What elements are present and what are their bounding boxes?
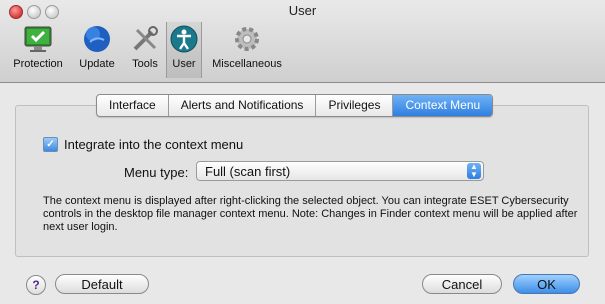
window-toolbar: User Protection Update Tools User Miscel… xyxy=(0,0,605,83)
help-button[interactable]: ? xyxy=(26,275,46,295)
toolbar-item-miscellaneous[interactable]: Miscellaneous xyxy=(207,22,287,78)
ok-button[interactable]: OK xyxy=(513,274,580,294)
toolbar-label-protection: Protection xyxy=(13,58,63,70)
menu-type-select[interactable]: Full (scan first) ▲ ▼ xyxy=(196,161,484,181)
menu-type-label: Menu type: xyxy=(124,165,189,180)
integrate-context-menu-row: ✓ Integrate into the context menu xyxy=(43,137,243,152)
tab-alerts-and-notifications[interactable]: Alerts and Notifications xyxy=(169,95,317,116)
tab-bar: Interface Alerts and Notifications Privi… xyxy=(96,94,494,117)
tools-icon xyxy=(128,22,162,56)
menu-type-value: Full (scan first) xyxy=(205,164,291,179)
cancel-button[interactable]: Cancel xyxy=(422,274,502,294)
toolbar-label-update: Update xyxy=(79,58,115,70)
monitor-check-icon xyxy=(21,22,55,56)
tab-context-menu[interactable]: Context Menu xyxy=(393,95,493,116)
tab-interface[interactable]: Interface xyxy=(97,95,169,116)
toolbar-label-user: User xyxy=(172,58,196,70)
globe-icon xyxy=(80,22,114,56)
tab-privileges[interactable]: Privileges xyxy=(316,95,394,116)
toolbar-label-tools: Tools xyxy=(132,58,158,70)
select-arrows-icon: ▲ ▼ xyxy=(467,163,481,179)
user-icon xyxy=(167,22,201,56)
toolbar-item-user[interactable]: User xyxy=(166,22,202,78)
preferences-window: User Protection Update Tools User Miscel… xyxy=(0,0,605,304)
toolbar-item-update[interactable]: Update xyxy=(74,22,120,78)
toolbar-item-tools[interactable]: Tools xyxy=(124,22,166,78)
toolbar-item-protection[interactable]: Protection xyxy=(10,22,66,78)
toolbar-label-miscellaneous: Miscellaneous xyxy=(212,58,282,70)
default-button[interactable]: Default xyxy=(55,274,149,294)
context-menu-description: The context menu is displayed after righ… xyxy=(43,195,578,233)
settings-panel xyxy=(15,105,589,257)
integrate-context-menu-label[interactable]: Integrate into the context menu xyxy=(64,137,243,152)
window-title: User xyxy=(288,3,317,18)
integrate-context-menu-checkbox[interactable]: ✓ xyxy=(43,137,58,152)
gear-icon xyxy=(230,22,264,56)
